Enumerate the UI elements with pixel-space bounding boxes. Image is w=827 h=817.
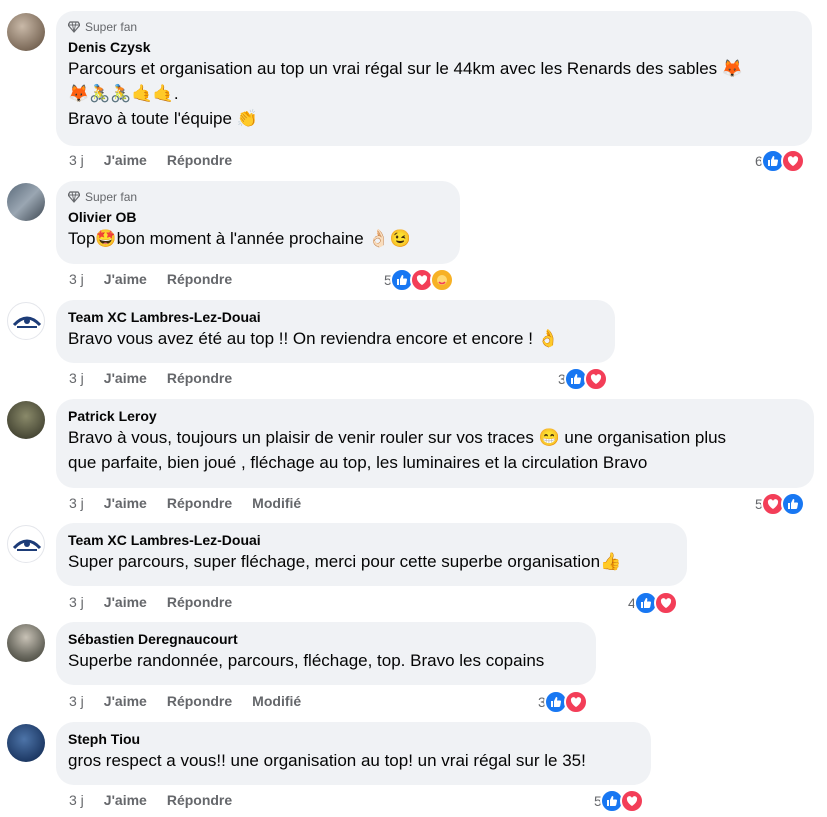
comment-text-line: Superbe randonnée, parcours, fléchage, t… bbox=[68, 651, 545, 670]
comment-bubble: Super fan Denis Czysk Parcours et organi… bbox=[56, 11, 812, 146]
edited-label[interactable]: Modifié bbox=[252, 495, 301, 511]
comment-text-line: Super parcours, super fléchage, merci po… bbox=[68, 552, 622, 571]
avatar[interactable] bbox=[7, 13, 45, 51]
super-fan-badge: Super fan bbox=[68, 189, 448, 205]
avatar[interactable] bbox=[7, 401, 45, 439]
comment-text-line: 🦊🚴🚴🤙🤙. bbox=[68, 84, 179, 103]
diamond-icon bbox=[68, 191, 80, 203]
reaction-summary[interactable]: 3 bbox=[558, 367, 608, 391]
reply-button[interactable]: Répondre bbox=[167, 495, 232, 511]
diamond-icon bbox=[68, 21, 80, 33]
timestamp[interactable]: 3 j bbox=[69, 271, 84, 287]
reply-button[interactable]: Répondre bbox=[167, 792, 232, 808]
comment-bubble: Sébastien Deregnaucourt Superbe randonné… bbox=[56, 622, 596, 685]
comment-actions: 3 j J'aime Répondre Modifié bbox=[69, 494, 301, 512]
avatar[interactable] bbox=[7, 183, 45, 221]
avatar[interactable] bbox=[7, 724, 45, 762]
reaction-summary[interactable]: 4 bbox=[628, 591, 678, 615]
team-logo-icon bbox=[12, 316, 42, 328]
comment-text-line: gros respect a vous!! une organisation a… bbox=[68, 751, 586, 770]
like-button[interactable]: J'aime bbox=[104, 792, 147, 808]
like-button[interactable]: J'aime bbox=[104, 370, 147, 386]
comment-bubble: Steph Tiou gros respect a vous!! une org… bbox=[56, 722, 651, 785]
comment-author[interactable]: Steph Tiou bbox=[68, 730, 639, 748]
super-fan-badge: Super fan bbox=[68, 19, 800, 35]
timestamp[interactable]: 3 j bbox=[69, 495, 84, 511]
timestamp[interactable]: 3 j bbox=[69, 792, 84, 808]
avatar[interactable] bbox=[7, 302, 45, 340]
reply-button[interactable]: Répondre bbox=[167, 271, 232, 287]
comment-text-line: Bravo à toute l'équipe 👏 bbox=[68, 109, 258, 128]
reaction-summary[interactable]: 5 bbox=[755, 492, 805, 516]
like-button[interactable]: J'aime bbox=[104, 594, 147, 610]
comment-actions: 3 j J'aime Répondre bbox=[69, 791, 252, 809]
like-button[interactable]: J'aime bbox=[104, 271, 147, 287]
comment-actions: 3 j J'aime Répondre bbox=[69, 593, 252, 611]
comment-text-line: Parcours et organisation au top un vrai … bbox=[68, 59, 744, 78]
timestamp[interactable]: 3 j bbox=[69, 594, 84, 610]
edited-label[interactable]: Modifié bbox=[252, 693, 301, 709]
avatar[interactable] bbox=[7, 525, 45, 563]
like-reaction-icon bbox=[780, 492, 805, 516]
comment-text-line: que parfaite, bien joué , fléchage au to… bbox=[68, 453, 648, 472]
love-reaction-icon bbox=[619, 789, 644, 813]
comment-bubble: Team XC Lambres-Lez-Douai Super parcours… bbox=[56, 523, 687, 586]
comment-text-line: Top🤩bon moment à l'année prochaine 👌🏻😉 bbox=[68, 229, 411, 248]
timestamp[interactable]: 3 j bbox=[69, 152, 84, 168]
reaction-summary[interactable]: 5 bbox=[594, 789, 644, 813]
comment-actions: 3 j J'aime Répondre bbox=[69, 151, 252, 169]
love-reaction-icon bbox=[563, 690, 588, 714]
like-button[interactable]: J'aime bbox=[104, 152, 147, 168]
comment-author[interactable]: Sébastien Deregnaucourt bbox=[68, 630, 584, 648]
reply-button[interactable]: Répondre bbox=[167, 693, 232, 709]
comment-author[interactable]: Patrick Leroy bbox=[68, 407, 802, 425]
reply-button[interactable]: Répondre bbox=[167, 594, 232, 610]
team-logo-icon bbox=[12, 539, 42, 551]
comment-text-line: Bravo à vous, toujours un plaisir de ven… bbox=[68, 428, 727, 447]
comment-bubble: Super fan Olivier OB Top🤩bon moment à l'… bbox=[56, 181, 460, 264]
comment-actions: 3 j J'aime Répondre Modifié bbox=[69, 692, 301, 710]
love-reaction-icon bbox=[583, 367, 608, 391]
reply-button[interactable]: Répondre bbox=[167, 370, 232, 386]
comment-author[interactable]: Team XC Lambres-Lez-Douai bbox=[68, 531, 675, 549]
comment-bubble: Patrick Leroy Bravo à vous, toujours un … bbox=[56, 399, 814, 488]
comment-actions: 3 j J'aime Répondre bbox=[69, 270, 252, 288]
comment-author[interactable]: Olivier OB bbox=[68, 208, 448, 226]
comment-author[interactable]: Team XC Lambres-Lez-Douai bbox=[68, 308, 603, 326]
reply-button[interactable]: Répondre bbox=[167, 152, 232, 168]
avatar[interactable] bbox=[7, 624, 45, 662]
reaction-summary[interactable]: 3 bbox=[538, 690, 588, 714]
badge-label: Super fan bbox=[85, 190, 138, 204]
care-reaction-icon bbox=[429, 268, 454, 292]
comment-text-line: Bravo vous avez été au top !! On reviend… bbox=[68, 329, 559, 348]
love-reaction-icon bbox=[780, 149, 805, 173]
comment-actions: 3 j J'aime Répondre bbox=[69, 369, 252, 387]
timestamp[interactable]: 3 j bbox=[69, 370, 84, 386]
timestamp[interactable]: 3 j bbox=[69, 693, 84, 709]
reaction-summary[interactable]: 6 bbox=[755, 149, 805, 173]
comment-author[interactable]: Denis Czysk bbox=[68, 38, 800, 56]
reaction-summary[interactable]: 5 bbox=[384, 268, 454, 292]
like-button[interactable]: J'aime bbox=[104, 693, 147, 709]
badge-label: Super fan bbox=[85, 20, 138, 34]
love-reaction-icon bbox=[653, 591, 678, 615]
comment-bubble: Team XC Lambres-Lez-Douai Bravo vous ave… bbox=[56, 300, 615, 363]
like-button[interactable]: J'aime bbox=[104, 495, 147, 511]
